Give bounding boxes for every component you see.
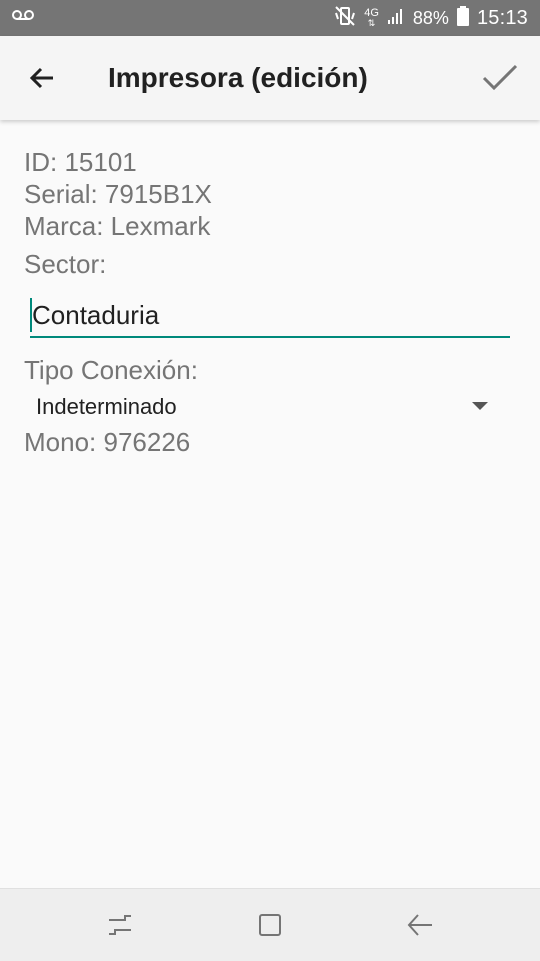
printer-brand: Marca: Lexmark [24,211,211,241]
mute-vibrate-icon [334,5,356,32]
network-label: 4G [364,7,379,19]
back-button[interactable] [16,52,68,104]
back-icon [407,914,432,936]
sector-label: Sector: [24,249,107,279]
navigation-bar [0,888,540,961]
home-button[interactable] [250,905,290,945]
printer-details: ID: 15101 Serial: 7915B1X Marca: Lexmark… [24,146,516,280]
battery-icon [456,5,469,31]
app-bar: Impresora (edición) [0,36,540,120]
check-icon [482,64,518,91]
printer-id: ID: 15101 [24,147,137,177]
network-4g-icon: 4G ⇅ [364,7,379,29]
sector-input[interactable] [30,294,510,338]
printer-serial: Serial: 7915B1X [24,179,212,209]
mono-counter: Mono: 976226 [24,427,191,457]
save-button[interactable] [474,52,526,104]
sector-field-wrap [30,294,510,340]
signal-icon [387,7,405,30]
dropdown-arrow-icon [472,402,488,410]
tipo-conexion-label: Tipo Conexión: [24,355,198,385]
tipo-conexion-value: Indeterminado [36,394,177,419]
arrow-left-icon [29,67,53,89]
recent-apps-button[interactable] [100,905,140,945]
recent-apps-icon [109,915,131,935]
voicemail-icon [12,8,34,27]
home-icon [259,914,281,936]
status-time: 15:13 [476,6,528,29]
text-cursor [30,298,32,332]
status-bar: 4G ⇅ 88% 15:13 [0,0,540,36]
page-title: Impresora (edición) [108,62,368,93]
nav-back-button[interactable] [400,905,440,945]
battery-percent: 88% [412,7,449,28]
tipo-conexion-dropdown[interactable]: Indeterminado [24,388,500,426]
